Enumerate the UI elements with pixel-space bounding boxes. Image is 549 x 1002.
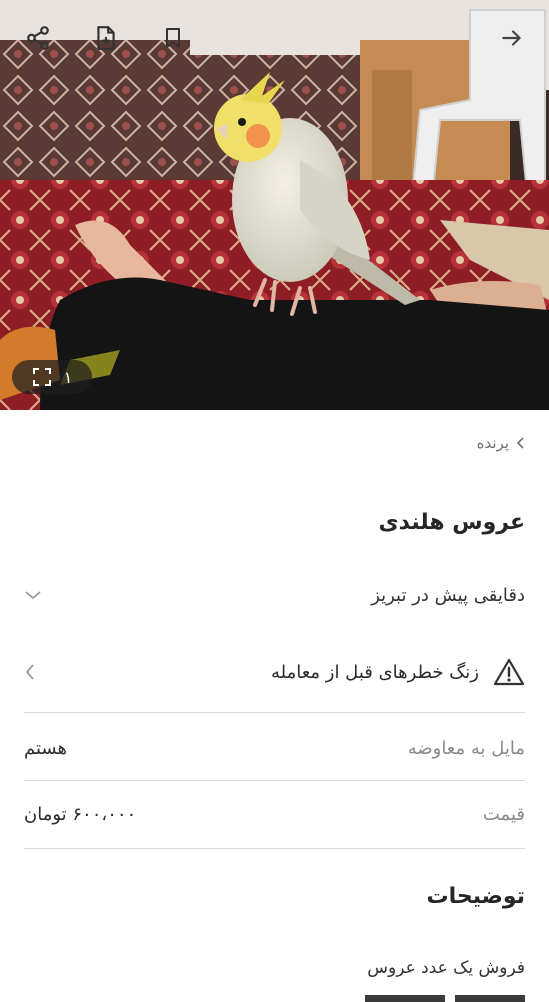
chevron-down-icon — [25, 591, 41, 600]
breadcrumb-label: پرنده — [476, 434, 509, 452]
price-row: قیمت ۶۰۰،۰۰۰ تومان — [24, 796, 525, 832]
listing-photo[interactable]: ۱ — [0, 0, 549, 410]
back-button[interactable] — [496, 22, 528, 54]
chevron-left-icon — [516, 437, 524, 449]
exchange-value: هستم — [24, 737, 67, 759]
photo-counter[interactable]: ۱ — [12, 360, 92, 394]
divider — [24, 712, 525, 713]
bookmark-icon — [166, 28, 180, 48]
photo-counter-value: ۱ — [63, 367, 73, 387]
cut-off-text-shape — [365, 995, 525, 1002]
share-icon — [27, 26, 49, 50]
description-text: فروش یک عدد عروس — [367, 958, 525, 978]
description-text-overflow — [345, 988, 525, 1002]
breadcrumb[interactable]: پرنده — [477, 434, 525, 452]
price-label: قیمت — [482, 803, 525, 825]
fullscreen-icon — [32, 368, 51, 386]
scam-warning-label: زنگ خطرهای قبل از معامله — [270, 661, 479, 683]
add-note-button[interactable] — [90, 22, 122, 54]
bookmark-button[interactable] — [157, 22, 189, 54]
chevron-left-icon — [25, 664, 34, 680]
add-note-icon — [97, 26, 115, 50]
exchange-row: مایل به معاوضه هستم — [24, 730, 525, 766]
photo-scene — [0, 0, 549, 410]
location-row[interactable]: دقایقی پیش در تبریز — [24, 578, 525, 612]
warning-triangle-icon — [493, 658, 525, 686]
scam-warning-row[interactable]: زنگ خطرهای قبل از معامله — [24, 654, 525, 690]
listing-time-location: دقایقی پیش در تبریز — [371, 584, 525, 606]
exchange-label: مایل به معاوضه — [407, 737, 525, 759]
arrow-right-icon — [502, 30, 521, 46]
divider — [24, 848, 525, 849]
listing-content: پرنده عروس هلندی دقایقی پیش در تبریز زنگ… — [0, 410, 549, 1002]
divider — [24, 780, 525, 781]
share-button[interactable] — [22, 22, 54, 54]
price-value: ۶۰۰،۰۰۰ تومان — [24, 803, 137, 825]
description-heading: توضیحات — [426, 884, 525, 909]
listing-title: عروس هلندی — [378, 510, 526, 535]
